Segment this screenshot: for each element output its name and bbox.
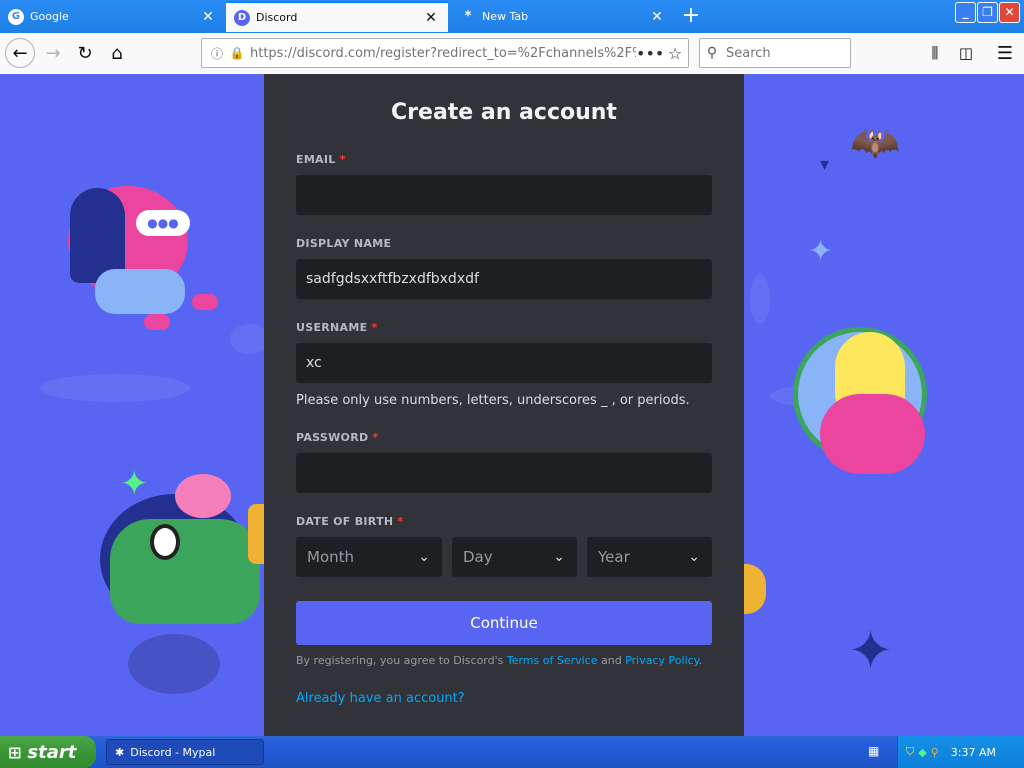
sparkle-icon: ✦ <box>808 234 834 269</box>
windows-logo-icon: ⊞ <box>8 742 22 762</box>
monster-hair-illustration <box>175 474 231 518</box>
maximize-button[interactable]: ❐ <box>977 2 998 23</box>
bookmark-star-icon[interactable]: ☆ <box>662 44 688 63</box>
start-button[interactable]: ⊞ start <box>0 736 96 768</box>
back-button[interactable]: ← <box>5 38 35 68</box>
home-button[interactable]: ⌂ <box>102 38 132 68</box>
chevron-down-icon: ⌄ <box>418 549 430 565</box>
taskbar-item-label: Discord - Mypal <box>130 745 216 759</box>
mypal-favicon-icon: * <box>464 9 472 24</box>
close-tab-icon[interactable]: ✕ <box>648 9 666 25</box>
small-bat-icon: ▾ <box>820 154 830 175</box>
search-tray-icon[interactable]: ⚲ <box>931 746 939 759</box>
terms-notice: By registering, you agree to Discord's T… <box>296 654 703 667</box>
cloud-decoration <box>40 374 190 402</box>
register-card: Create an account EMAIL* DISPLAY NAME US… <box>264 74 744 736</box>
display-name-field[interactable] <box>296 259 712 299</box>
email-field[interactable] <box>296 175 712 215</box>
navigation-toolbar: ← → ↻ ⌂ ⓘ 🔒 https://discord.com/register… <box>0 33 1024 75</box>
start-label: start <box>27 741 77 763</box>
url-text[interactable]: https://discord.com/register?redirect_to… <box>250 46 636 61</box>
close-window-button[interactable]: ✕ <box>999 2 1020 23</box>
month-select[interactable]: Month ⌄ <box>296 537 442 577</box>
tab-bar: G Google ✕ D Discord ✕ * New Tab ✕ + _ ❐… <box>0 0 1024 33</box>
chevron-down-icon: ⌄ <box>688 549 700 565</box>
tab-new-tab[interactable]: * New Tab ✕ <box>452 1 674 32</box>
required-marker: * <box>397 515 404 528</box>
keyboard-icon[interactable]: ▦ <box>868 744 879 758</box>
headphones-icon <box>150 524 180 560</box>
shadow-decoration <box>128 634 220 694</box>
display-name-label: DISPLAY NAME <box>296 237 392 250</box>
google-favicon-icon: G <box>8 8 24 25</box>
close-tab-icon[interactable]: ✕ <box>422 10 440 26</box>
login-link[interactable]: Already have an account? <box>296 691 465 706</box>
library-icon[interactable]: ⫼ <box>920 38 950 68</box>
forward-button[interactable]: → <box>38 38 68 68</box>
shoe-illustration <box>192 294 218 310</box>
reload-button[interactable]: ↻ <box>70 38 100 68</box>
day-select[interactable]: Day ⌄ <box>452 537 577 577</box>
required-marker: * <box>371 321 378 334</box>
info-icon[interactable]: ⓘ <box>206 45 228 62</box>
date-of-birth-label: DATE OF BIRTH * <box>296 515 404 528</box>
shield-icon[interactable]: ⛉ <box>906 745 914 759</box>
username-label: USERNAME * <box>296 321 378 334</box>
search-icon: ⚲ <box>706 45 718 61</box>
address-bar[interactable]: ⓘ 🔒 https://discord.com/register?redirec… <box>201 38 689 68</box>
sidebar-icon[interactable]: ◫ <box>951 38 981 68</box>
username-hint: Please only use numbers, letters, unders… <box>296 393 690 408</box>
minimize-button[interactable]: _ <box>955 2 976 23</box>
page-content: ●●● ✦ 🦇 ▾ ✦ ✦ Create an account EMAIL * D… <box>0 74 1024 736</box>
close-tab-icon[interactable]: ✕ <box>199 9 217 25</box>
pink-sweater-illustration <box>820 394 925 474</box>
system-tray: ⛉ ◆ ⚲ 3:37 AM <box>897 736 1024 768</box>
password-label: PASSWORD * <box>296 431 379 444</box>
search-box[interactable]: ⚲ <box>699 38 851 68</box>
network-icon[interactable]: ◆ <box>918 746 926 759</box>
tab-label: Discord <box>256 11 298 24</box>
clock[interactable]: 3:37 AM <box>951 746 996 759</box>
taskbar-item-discord[interactable]: ✱ Discord - Mypal <box>106 739 264 765</box>
month-placeholder: Month <box>307 548 355 566</box>
yellow-creature-illustration <box>248 504 264 564</box>
page-actions-icon[interactable]: ••• <box>636 44 664 63</box>
continue-button[interactable]: Continue <box>296 601 712 645</box>
new-tab-button[interactable]: + <box>676 2 706 30</box>
snail-illustration <box>744 564 766 614</box>
chat-bubble-icon: ●●● <box>136 210 190 236</box>
tab-label: Google <box>30 10 69 23</box>
windows-taskbar: ⊞ start ✱ Discord - Mypal ▦ ⛉ ◆ ⚲ 3:37 AM <box>0 736 1024 768</box>
email-label: EMAIL * <box>296 153 346 166</box>
terms-of-service-link[interactable]: Terms of Service <box>507 654 598 667</box>
year-select[interactable]: Year ⌄ <box>587 537 712 577</box>
password-field[interactable] <box>296 453 712 493</box>
privacy-policy-link[interactable]: Privacy Policy <box>625 654 698 667</box>
shoe-illustration <box>144 314 170 330</box>
bat-creature-illustration: 🦇 <box>850 120 900 166</box>
required-marker: * <box>339 153 346 166</box>
lock-icon[interactable]: 🔒 <box>228 46 246 60</box>
chevron-down-icon: ⌄ <box>553 549 565 565</box>
cloud-decoration <box>750 274 770 324</box>
username-field[interactable] <box>296 343 712 383</box>
tab-google[interactable]: G Google ✕ <box>0 1 225 32</box>
tab-label: New Tab <box>482 10 529 23</box>
discord-favicon-icon: D <box>234 9 250 26</box>
search-input[interactable] <box>724 44 838 62</box>
year-placeholder: Year <box>598 548 630 566</box>
green-monster-illustration <box>110 519 260 624</box>
menu-icon[interactable]: ☰ <box>990 38 1020 68</box>
mypal-icon: ✱ <box>115 745 125 759</box>
required-marker: * <box>372 431 379 444</box>
sparkle-icon: ✦ <box>120 464 149 504</box>
character-legs-illustration <box>95 269 185 314</box>
sparkle-icon: ✦ <box>848 619 894 682</box>
day-placeholder: Day <box>463 548 493 566</box>
tab-discord[interactable]: D Discord ✕ <box>226 1 448 32</box>
page-title: Create an account <box>391 100 617 125</box>
